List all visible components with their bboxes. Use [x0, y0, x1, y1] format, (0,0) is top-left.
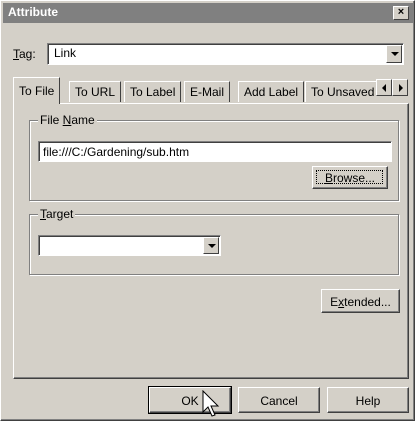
file-name-group: File Name file:///C:/Gardening/sub.htm B…	[29, 113, 399, 201]
target-group-title: Target	[38, 207, 76, 221]
tag-dropdown-button[interactable]	[386, 45, 402, 63]
arrow-left-icon	[382, 84, 386, 92]
target-select[interactable]	[38, 235, 221, 256]
target-dropdown-button[interactable]	[203, 237, 219, 254]
extended-button[interactable]: Extended...	[321, 289, 400, 313]
tab-to-unsaved[interactable]: To Unsaved D	[305, 81, 385, 102]
target-group: Target	[29, 207, 399, 275]
tab-to-file[interactable]: To File	[13, 77, 61, 104]
chevron-down-icon	[208, 244, 216, 248]
dialog-title: Attribute	[8, 5, 58, 19]
tab-scroll-left-button[interactable]	[376, 79, 392, 96]
close-icon: ×	[397, 6, 405, 18]
help-button[interactable]: Help	[327, 387, 409, 413]
title-bar[interactable]: Attribute ×	[3, 3, 413, 23]
close-button[interactable]: ×	[393, 6, 409, 20]
file-name-input[interactable]: file:///C:/Gardening/sub.htm	[38, 141, 392, 162]
tab-panel-to-file: File Name file:///C:/Gardening/sub.htm B…	[13, 103, 409, 379]
browse-button[interactable]: Browse...	[312, 166, 388, 189]
attribute-dialog: Attribute × Tag: Link To File To URL To …	[0, 0, 415, 421]
tab-to-label[interactable]: To Label	[124, 81, 182, 102]
tag-select[interactable]: Link	[47, 43, 404, 65]
tab-strip: To File To URL To Label E-Mail Add Label…	[13, 77, 385, 104]
cancel-button[interactable]: Cancel	[238, 387, 320, 413]
chevron-down-icon	[391, 52, 399, 56]
tab-add-label[interactable]: Add Label	[238, 81, 305, 102]
mouse-pointer-icon	[202, 390, 220, 417]
tag-label: Tag:	[13, 47, 36, 61]
focus-rect	[316, 170, 383, 184]
arrow-right-icon	[399, 84, 403, 92]
tag-select-value: Link	[54, 46, 77, 60]
tab-scroll-right-button[interactable]	[392, 79, 408, 96]
tab-email[interactable]: E-Mail	[184, 81, 231, 102]
file-name-value: file:///C:/Gardening/sub.htm	[43, 145, 190, 159]
tab-to-url[interactable]: To URL	[69, 81, 122, 102]
file-name-group-title: File Name	[38, 113, 97, 127]
